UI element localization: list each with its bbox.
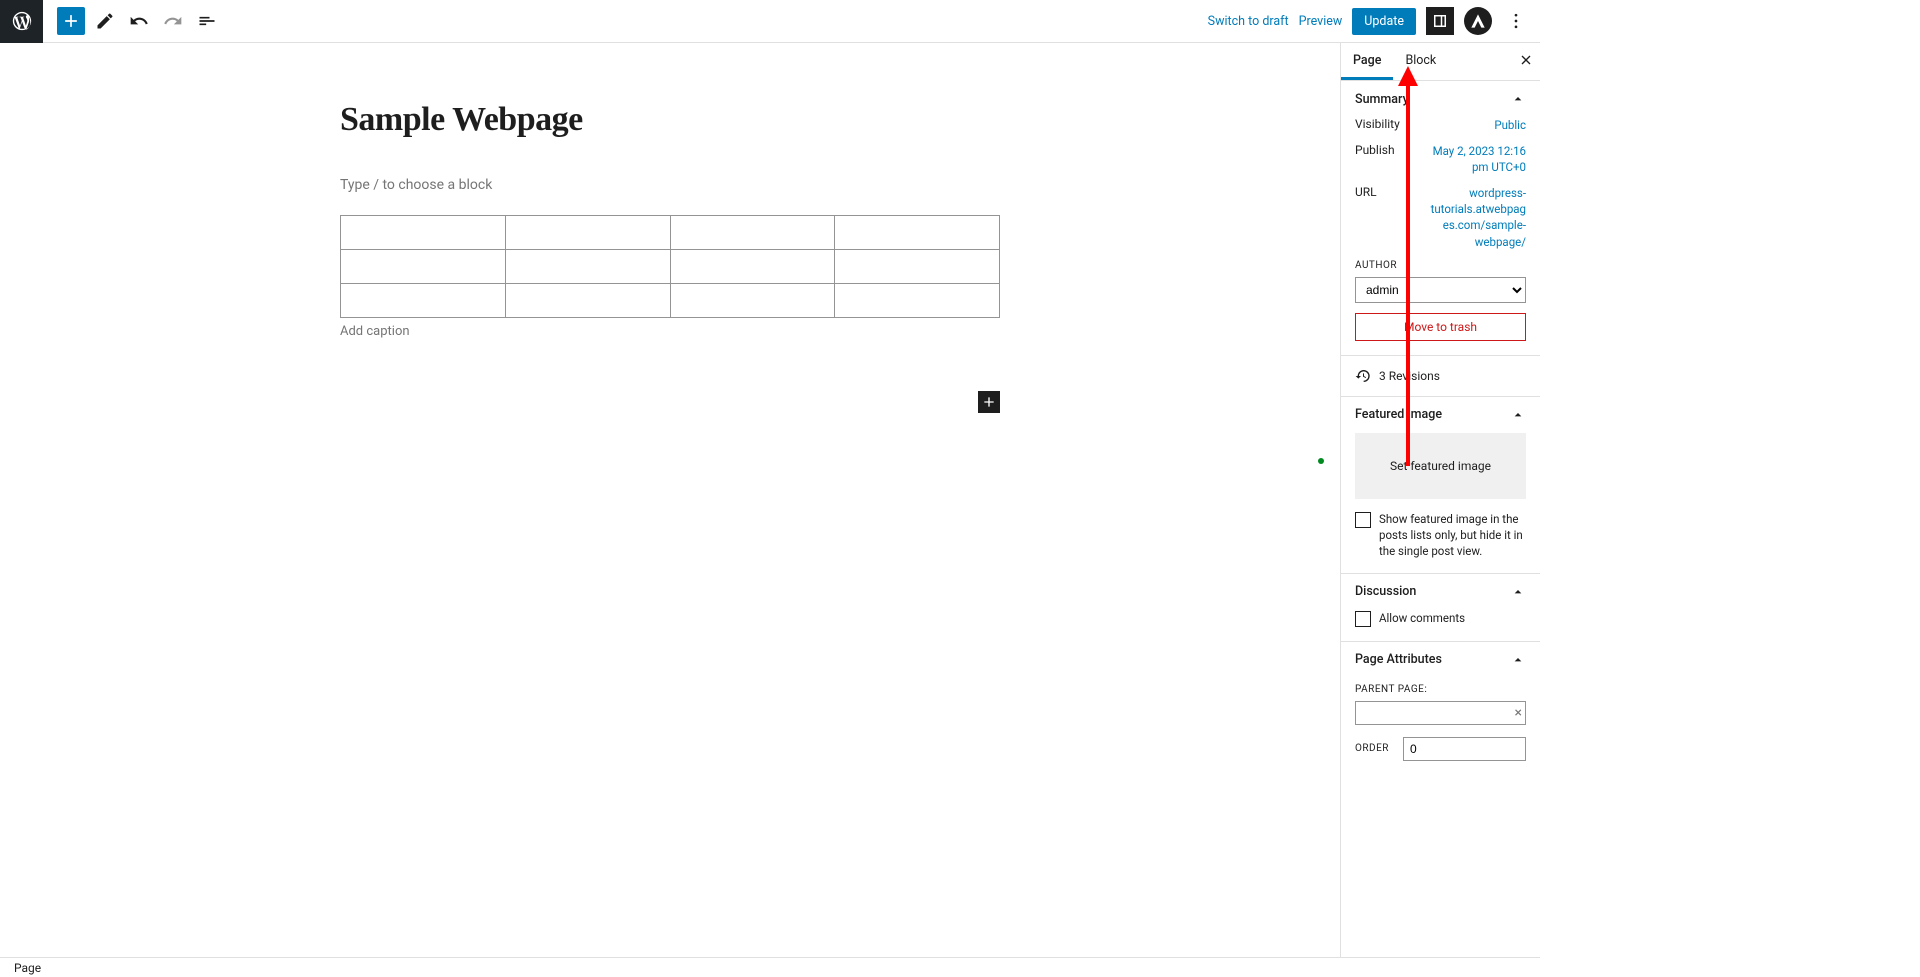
history-icon <box>1355 368 1371 384</box>
table-cell[interactable] <box>670 250 835 284</box>
page-title[interactable]: Sample Webpage <box>340 101 1000 139</box>
panel-summary-title: Summary <box>1355 92 1409 107</box>
table-cell[interactable] <box>505 216 670 250</box>
panel-featured-title: Featured image <box>1355 407 1442 422</box>
move-to-trash-button[interactable]: Move to trash <box>1355 313 1526 341</box>
redo-icon <box>163 11 183 31</box>
set-featured-image-button[interactable]: Set featured image <box>1355 433 1526 499</box>
panel-attributes-header[interactable]: Page Attributes <box>1341 642 1540 678</box>
add-block-inline-button[interactable] <box>978 391 1000 413</box>
block-placeholder[interactable]: Type / to choose a block <box>340 177 1000 193</box>
add-block-button[interactable] <box>57 7 85 35</box>
visibility-value[interactable]: Public <box>1494 117 1526 133</box>
panel-summary-header[interactable]: Summary <box>1341 81 1540 117</box>
table-cell[interactable] <box>835 284 1000 318</box>
author-select[interactable]: admin <box>1355 277 1526 303</box>
tab-block[interactable]: Block <box>1393 43 1448 80</box>
table-caption-placeholder[interactable]: Add caption <box>340 324 1000 339</box>
close-icon <box>1518 52 1534 68</box>
table-cell[interactable] <box>341 284 506 318</box>
kebab-icon <box>1506 11 1526 31</box>
update-button[interactable]: Update <box>1352 8 1416 35</box>
revisions-text: 3 Revisions <box>1379 369 1440 383</box>
parent-page-input[interactable] <box>1355 701 1526 725</box>
publish-value[interactable]: May 2, 2023 12:16 pm UTC+0 <box>1426 143 1526 175</box>
chevron-up-icon <box>1510 91 1526 107</box>
table-cell[interactable] <box>505 284 670 318</box>
featured-checkbox-label: Show featured image in the posts lists o… <box>1379 511 1526 559</box>
wordpress-logo[interactable] <box>0 0 43 43</box>
sidebar-tabs: Page Block <box>1341 43 1540 81</box>
pencil-icon <box>95 11 115 31</box>
allow-comments-checkbox[interactable] <box>1355 611 1371 627</box>
revisions-row[interactable]: 3 Revisions <box>1341 356 1540 396</box>
settings-sidebar-toggle[interactable] <box>1426 7 1454 35</box>
table-cell[interactable] <box>341 216 506 250</box>
tools-button[interactable] <box>91 7 119 35</box>
astra-button[interactable] <box>1464 7 1492 35</box>
url-label: URL <box>1355 185 1377 249</box>
document-overview-button[interactable] <box>193 7 221 35</box>
chevron-up-icon <box>1510 584 1526 600</box>
order-input[interactable] <box>1403 737 1526 761</box>
table-cell[interactable] <box>835 216 1000 250</box>
visibility-label: Visibility <box>1355 117 1400 133</box>
editor-canvas[interactable]: Sample Webpage Type / to choose a block … <box>0 43 1340 957</box>
table-cell[interactable] <box>670 216 835 250</box>
chevron-up-icon <box>1510 652 1526 668</box>
plus-icon <box>61 11 81 31</box>
sidebar-icon <box>1431 12 1449 30</box>
preview-link[interactable]: Preview <box>1299 14 1343 29</box>
table-cell[interactable] <box>505 250 670 284</box>
author-label: AUTHOR <box>1355 260 1526 271</box>
status-bar: Page <box>0 957 1540 977</box>
panel-discussion-header[interactable]: Discussion <box>1341 574 1540 610</box>
top-toolbar: Switch to draft Preview Update <box>0 0 1540 43</box>
parent-page-clear[interactable]: × <box>1515 705 1522 721</box>
publish-label: Publish <box>1355 143 1395 175</box>
order-label: ORDER <box>1355 743 1389 754</box>
redo-button[interactable] <box>159 7 187 35</box>
list-icon <box>197 11 217 31</box>
plus-icon <box>981 394 997 410</box>
allow-comments-label: Allow comments <box>1379 610 1465 626</box>
options-button[interactable] <box>1502 7 1530 35</box>
breadcrumb[interactable]: Page <box>14 961 41 975</box>
close-sidebar-button[interactable] <box>1518 52 1534 72</box>
tab-page[interactable]: Page <box>1341 43 1393 80</box>
undo-button[interactable] <box>125 7 153 35</box>
wordpress-icon <box>11 10 33 32</box>
parent-page-label: PARENT PAGE: <box>1355 684 1526 695</box>
astra-icon <box>1470 13 1486 29</box>
table-cell[interactable] <box>835 250 1000 284</box>
panel-discussion-title: Discussion <box>1355 584 1416 599</box>
undo-icon <box>129 11 149 31</box>
panel-attributes-title: Page Attributes <box>1355 652 1442 667</box>
panel-featured-header[interactable]: Featured image <box>1341 397 1540 433</box>
table-cell[interactable] <box>670 284 835 318</box>
table-cell[interactable] <box>341 250 506 284</box>
settings-sidebar: Page Block Summary Visibility Public Pub… <box>1340 43 1540 957</box>
featured-checkbox[interactable] <box>1355 512 1371 528</box>
chevron-up-icon <box>1510 407 1526 423</box>
url-value[interactable]: wordpress-tutorials.atwebpages.com/sampl… <box>1426 185 1526 249</box>
switch-to-draft-link[interactable]: Switch to draft <box>1208 14 1289 29</box>
table-block[interactable] <box>340 215 1000 318</box>
